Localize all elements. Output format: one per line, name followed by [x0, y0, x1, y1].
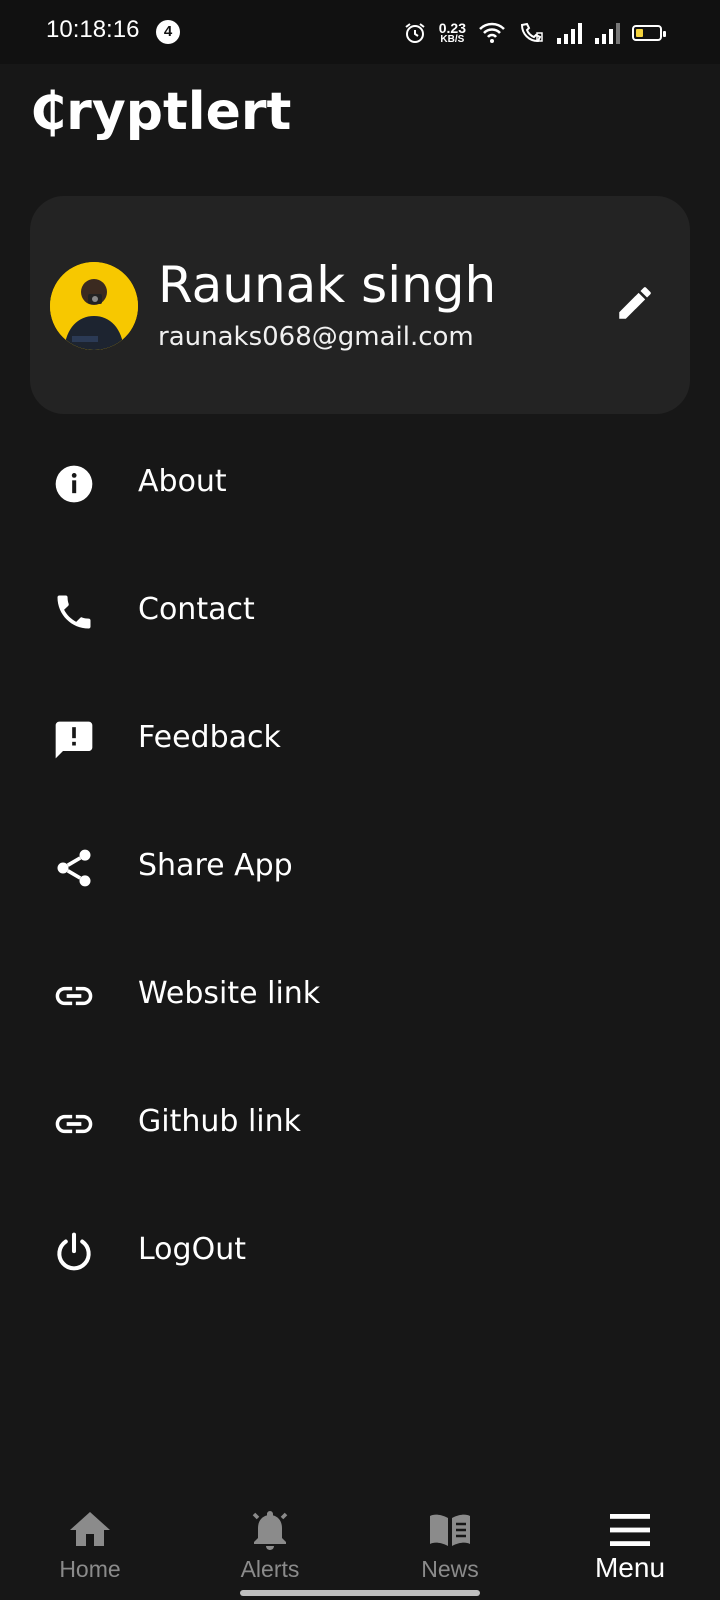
menu-item-label: About [138, 464, 227, 499]
status-time: 10:18:16 [46, 16, 140, 43]
signal-icon-sim2 [595, 23, 620, 44]
nav-label: Menu [594, 1552, 666, 1583]
nav-news[interactable]: News [360, 1490, 540, 1590]
wifi-call-icon [520, 22, 543, 43]
nav-label: News [421, 1556, 479, 1582]
notification-count-badge: 4 [156, 20, 180, 44]
menu-item-website-link[interactable]: Website link [0, 930, 720, 1058]
home-icon [70, 1512, 110, 1546]
power-icon [57, 1232, 91, 1271]
feedback-icon [55, 721, 93, 759]
news-icon [430, 1514, 470, 1546]
battery-level [636, 29, 643, 37]
profile-card: Raunak singh raunaks068@gmail.com [30, 196, 690, 414]
menu-item-label: Github link [138, 1104, 302, 1139]
menu-item-contact[interactable]: Contact [0, 546, 720, 674]
status-bar: 10:18:16 4 0.23 KB/S [0, 0, 720, 64]
menu-item-label: Contact [138, 592, 255, 627]
alarm-icon [405, 23, 425, 43]
pencil-icon [619, 287, 651, 319]
menu-item-label: Feedback [138, 720, 281, 755]
network-speed: 0.23 KB/S [439, 21, 466, 45]
bottom-navigation: Home Alerts News Menu [0, 1490, 720, 1600]
menu-item-label: LogOut [138, 1232, 246, 1267]
bell-icon [252, 1511, 288, 1550]
menu-item-logout[interactable]: LogOut [0, 1186, 720, 1314]
link-icon [55, 986, 93, 1006]
info-icon [55, 465, 93, 503]
avatar [50, 262, 138, 350]
network-speed-value: 0.23 [438, 20, 466, 36]
wifi-icon [479, 22, 505, 43]
nav-label: Home [59, 1556, 121, 1582]
network-speed-unit: KB/S [440, 34, 465, 45]
signal-icon-sim1 [557, 23, 582, 44]
profile-name: Raunak singh [158, 256, 497, 314]
app-logo: ₵ryptlert [30, 82, 292, 142]
phone-icon [57, 595, 91, 629]
share-icon [57, 849, 91, 887]
status-icons: 0.23 KB/S [403, 18, 666, 48]
menu-item-share-app[interactable]: Share App [0, 802, 720, 930]
home-indicator[interactable] [240, 1590, 480, 1596]
avatar-image [50, 262, 138, 350]
menu-item-feedback[interactable]: Feedback [0, 674, 720, 802]
menu-item-label: Website link [138, 976, 321, 1011]
nav-alerts[interactable]: Alerts [180, 1490, 360, 1590]
menu-item-label: Share App [138, 848, 293, 883]
menu-item-about[interactable]: About [0, 418, 720, 546]
nav-menu[interactable]: Menu [540, 1490, 720, 1590]
nav-home[interactable]: Home [0, 1490, 180, 1590]
battery-icon [632, 25, 666, 41]
edit-profile-button[interactable] [614, 282, 656, 324]
menu-icon [610, 1514, 650, 1546]
settings-menu: About Contact Feedback Share App Website… [0, 418, 720, 1314]
nav-label: Alerts [240, 1556, 300, 1582]
link-icon [55, 1114, 93, 1134]
menu-item-github-link[interactable]: Github link [0, 1058, 720, 1186]
profile-email: raunaks068@gmail.com [158, 322, 474, 352]
